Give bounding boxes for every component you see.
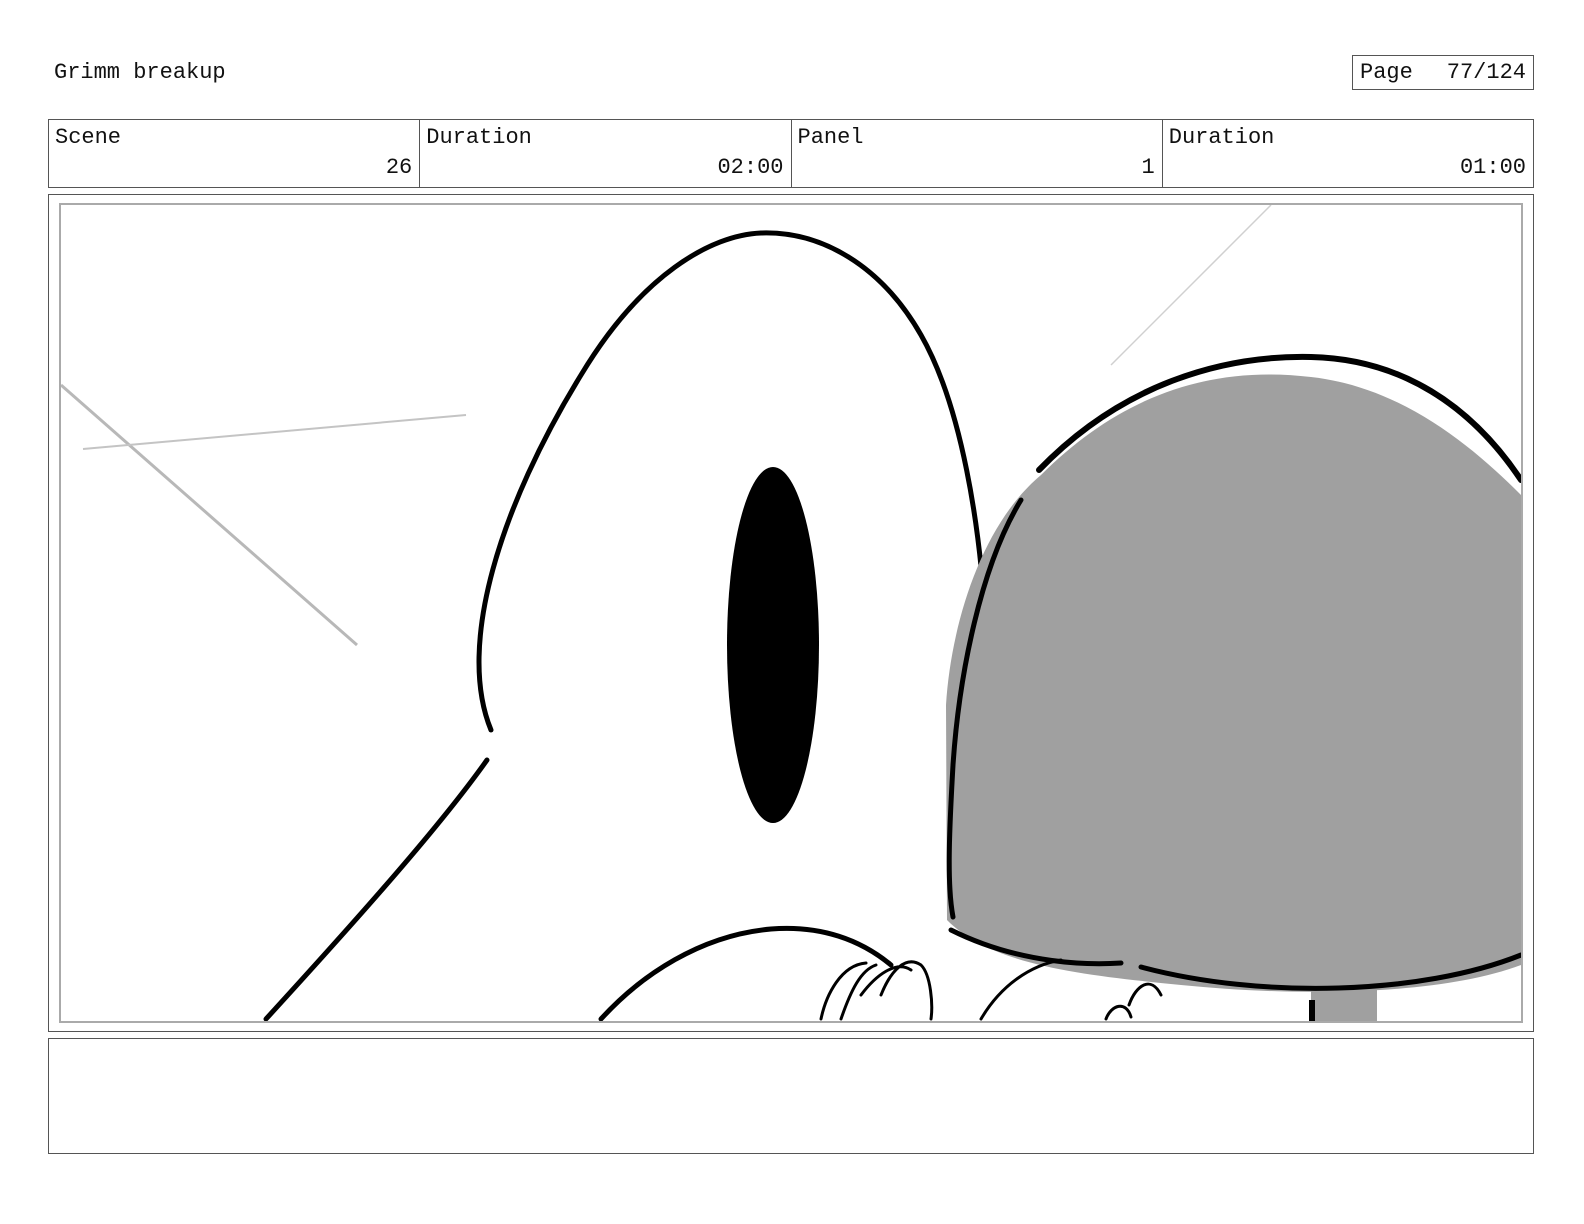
claw-lines bbox=[819, 960, 934, 1021]
scene-duration-label: Duration bbox=[426, 125, 532, 150]
guide-line bbox=[1110, 205, 1272, 366]
scene-duration-cell: Duration 02:00 bbox=[420, 120, 792, 187]
mass-lower-line bbox=[979, 958, 1063, 1021]
eye-shape bbox=[727, 467, 819, 823]
storyboard-sketch bbox=[61, 205, 1521, 1021]
panel-cell: Panel 1 bbox=[792, 120, 1163, 187]
arm-line bbox=[263, 757, 490, 1021]
page-number: 77/124 bbox=[1446, 60, 1526, 85]
page-label: Page bbox=[1360, 60, 1413, 85]
document-title: Grimm breakup bbox=[54, 60, 226, 85]
small-claw bbox=[1104, 982, 1163, 1021]
storyboard-panel bbox=[59, 203, 1523, 1023]
scene-value: 26 bbox=[385, 155, 413, 180]
scene-label: Scene bbox=[55, 125, 122, 150]
guide-line bbox=[61, 383, 358, 647]
stem-dark bbox=[1309, 1000, 1315, 1021]
panel-duration-label: Duration bbox=[1168, 125, 1275, 150]
panel-notes bbox=[48, 1038, 1534, 1154]
page-indicator: Page 77/124 bbox=[1352, 55, 1534, 90]
panel-label: Panel bbox=[797, 125, 864, 150]
scene-info-row: Scene 26 Duration 02:00 Panel 1 Duration… bbox=[48, 119, 1534, 188]
panel-duration-cell: Duration 01:00 bbox=[1163, 120, 1533, 187]
panel-value: 1 bbox=[1141, 155, 1155, 180]
panel-duration-value: 01:00 bbox=[1459, 155, 1526, 180]
scene-duration-value: 02:00 bbox=[717, 155, 784, 180]
gray-mass bbox=[946, 374, 1521, 992]
storyboard-panel-frame bbox=[48, 194, 1534, 1032]
guide-line bbox=[82, 414, 467, 450]
scene-cell: Scene 26 bbox=[49, 120, 421, 187]
